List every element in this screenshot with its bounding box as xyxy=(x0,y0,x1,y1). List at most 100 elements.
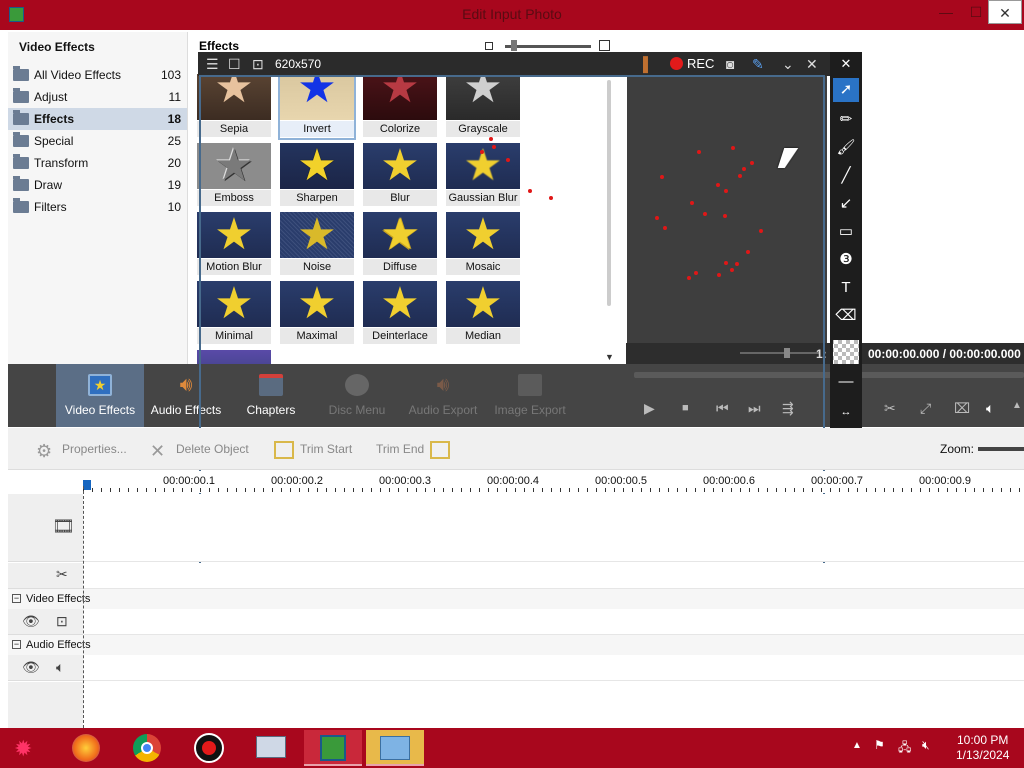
category-effects[interactable]: Effects 18 xyxy=(8,108,187,130)
collapse-icon[interactable]: ⌄ xyxy=(782,56,794,73)
category-draw[interactable]: Draw 19 xyxy=(8,174,187,196)
effects-scrollbar[interactable]: ▼ xyxy=(605,76,614,362)
flag-icon[interactable]: ⚑ xyxy=(874,738,885,752)
collapse-icon[interactable]: − xyxy=(12,594,21,603)
eraser-icon[interactable]: ⌫ xyxy=(833,304,859,328)
taskbar-keyboard[interactable] xyxy=(242,730,300,766)
trim-end-button[interactable]: Trim End xyxy=(376,441,451,459)
taskbar-recorder[interactable] xyxy=(180,730,238,766)
tab-chapters[interactable]: Chapters xyxy=(227,364,315,427)
camera-icon[interactable]: ◙ xyxy=(726,56,734,72)
effect-tile-mosaic[interactable]: ★ Mosaic xyxy=(446,212,520,276)
volume-expand-icon[interactable]: ▲ xyxy=(1012,400,1022,411)
tab-audio-effects[interactable]: 🔊︎ Audio Effects xyxy=(142,364,230,427)
split-icon[interactable]: ✂ xyxy=(884,400,896,417)
pencil-icon[interactable]: ✏ xyxy=(833,108,859,132)
volume-muted-icon[interactable]: 🔇︎ xyxy=(922,738,930,753)
taskbar-video-editor[interactable] xyxy=(366,730,424,766)
recorder-close-icon[interactable]: ✕ xyxy=(806,56,818,73)
scrollbar-thumb[interactable] xyxy=(607,80,611,306)
category-all-video-effects[interactable]: All Video Effects 103 xyxy=(8,64,187,86)
start-button[interactable]: ✹ xyxy=(2,730,60,766)
effect-tile-motion-blur[interactable]: ★ Motion Blur xyxy=(197,212,271,276)
collapse-icon[interactable]: − xyxy=(12,640,21,649)
effect-tile-median[interactable]: ★ Median xyxy=(446,281,520,345)
transparency-icon[interactable] xyxy=(833,340,859,364)
timeline-zoom-slider[interactable] xyxy=(978,447,1024,451)
effect-tile-minimal[interactable]: ★ Minimal xyxy=(197,281,271,345)
taskbar-photo-editor[interactable] xyxy=(304,730,362,766)
pointer-icon[interactable]: ➚ xyxy=(833,78,859,102)
video-effects-track[interactable] xyxy=(84,609,1024,635)
fast-forward-icon[interactable]: ⇶ xyxy=(782,400,794,417)
effect-tile-noise[interactable]: ★ Noise xyxy=(280,212,354,276)
audio-effects-section[interactable]: − Audio Effects xyxy=(8,635,1024,655)
eye-icon[interactable]: 👁︎ xyxy=(22,659,40,676)
star-icon: ★ xyxy=(463,281,503,327)
tab-video-effects[interactable]: ★ Video Effects xyxy=(56,364,144,427)
next-frame-icon[interactable]: ⏭ xyxy=(748,400,761,417)
delete-object-button[interactable]: ✕ Delete Object xyxy=(150,441,249,461)
cut-track[interactable] xyxy=(84,563,1024,589)
arrow-icon[interactable]: ↙ xyxy=(833,192,859,216)
resize-icon[interactable]: ⊡ xyxy=(252,56,264,73)
thumbnail-size-slider[interactable] xyxy=(485,40,611,51)
rectangle-icon[interactable]: ▭ xyxy=(833,220,859,244)
numbering-icon[interactable]: ❸ xyxy=(833,248,859,272)
tab-audio-export[interactable]: 🔊︎ Audio Export xyxy=(399,364,487,427)
effect-tile-invert[interactable]: ★ Invert xyxy=(278,72,356,140)
volume-knob[interactable] xyxy=(784,348,790,358)
effect-tile-grayscale[interactable]: ★ Grayscale xyxy=(446,74,520,138)
show-hidden-icons[interactable]: ▲ xyxy=(852,740,862,751)
effect-tile-blur[interactable]: ★ Blur xyxy=(363,143,437,207)
effect-tile-deinterlace[interactable]: ★ Deinterlace xyxy=(363,281,437,345)
category-filters[interactable]: Filters 10 xyxy=(8,196,187,218)
tab-disc-menu[interactable]: Disc Menu xyxy=(313,364,401,427)
category-transform[interactable]: Transform 20 xyxy=(8,152,187,174)
line-icon[interactable]: ╱ xyxy=(833,164,859,188)
record-label[interactable]: REC xyxy=(687,56,714,71)
audio-effects-track[interactable] xyxy=(84,655,1024,681)
preview-volume-slider[interactable] xyxy=(740,348,820,358)
trim-start-button[interactable]: Trim Start xyxy=(274,441,352,459)
timeline-ruler[interactable]: 00:00:00.1 00:00:00.2 00:00:00.3 00:00:0… xyxy=(83,471,1024,493)
stop-icon[interactable]: ■ xyxy=(682,402,689,414)
snapshot-icon[interactable]: ⌧ xyxy=(954,400,970,417)
close-button[interactable]: ✕ xyxy=(988,0,1022,24)
prev-frame-icon[interactable]: ⏮ xyxy=(716,400,729,417)
line-width-icon[interactable]: — xyxy=(833,370,859,394)
effect-tile-colorize[interactable]: ★ Colorize xyxy=(363,74,437,138)
network-icon[interactable]: 🖧︎ xyxy=(898,738,911,759)
menu-icon[interactable]: ☰ xyxy=(206,56,219,73)
taskbar-clock[interactable]: 10:00 PM 1/13/2024 xyxy=(956,733,1009,763)
effect-tile-emboss[interactable]: ★ Emboss xyxy=(197,143,271,207)
taskbar-chrome[interactable] xyxy=(118,730,176,766)
eye-icon[interactable]: 👁︎ xyxy=(22,613,40,630)
category-special[interactable]: Special 25 xyxy=(8,130,187,152)
play-icon[interactable]: ▶ xyxy=(644,400,655,417)
pen-icon[interactable]: ✎ xyxy=(752,56,764,73)
text-icon[interactable]: T xyxy=(833,276,859,300)
effect-tile-sharpen[interactable]: ★ Sharpen xyxy=(280,143,354,207)
minimize-button[interactable]: — xyxy=(930,0,962,24)
volume-icon[interactable]: 🔈︎ xyxy=(986,400,994,417)
tab-image-export[interactable]: Image Export xyxy=(486,364,574,427)
draw-close-icon[interactable]: ✕ xyxy=(833,52,859,76)
highlighter-icon[interactable]: 🖌︎ xyxy=(833,136,859,160)
scroll-down-arrow[interactable]: ▼ xyxy=(605,352,614,362)
effect-tile-diffuse[interactable]: ★ Diffuse xyxy=(363,212,437,276)
pause-icon[interactable]: ▌ xyxy=(643,56,653,72)
properties-button[interactable]: ⚙ Properties... xyxy=(36,441,127,461)
playback-progress[interactable] xyxy=(634,372,1024,378)
expand-icon[interactable]: ↔ xyxy=(833,400,859,424)
video-track[interactable] xyxy=(84,494,1024,562)
effect-tile-maximal[interactable]: ★ Maximal xyxy=(280,281,354,345)
region-icon[interactable]: ☐ xyxy=(228,56,241,73)
category-adjust[interactable]: Adjust 11 xyxy=(8,86,187,108)
taskbar-firefox[interactable] xyxy=(56,730,114,766)
video-effects-section[interactable]: − Video Effects xyxy=(8,589,1024,609)
record-icon[interactable] xyxy=(670,57,683,70)
slider-thumb[interactable] xyxy=(511,40,517,51)
fullscreen-icon[interactable]: ⤢ xyxy=(920,400,931,417)
effect-tile-sepia[interactable]: ★ Sepia xyxy=(197,74,271,138)
